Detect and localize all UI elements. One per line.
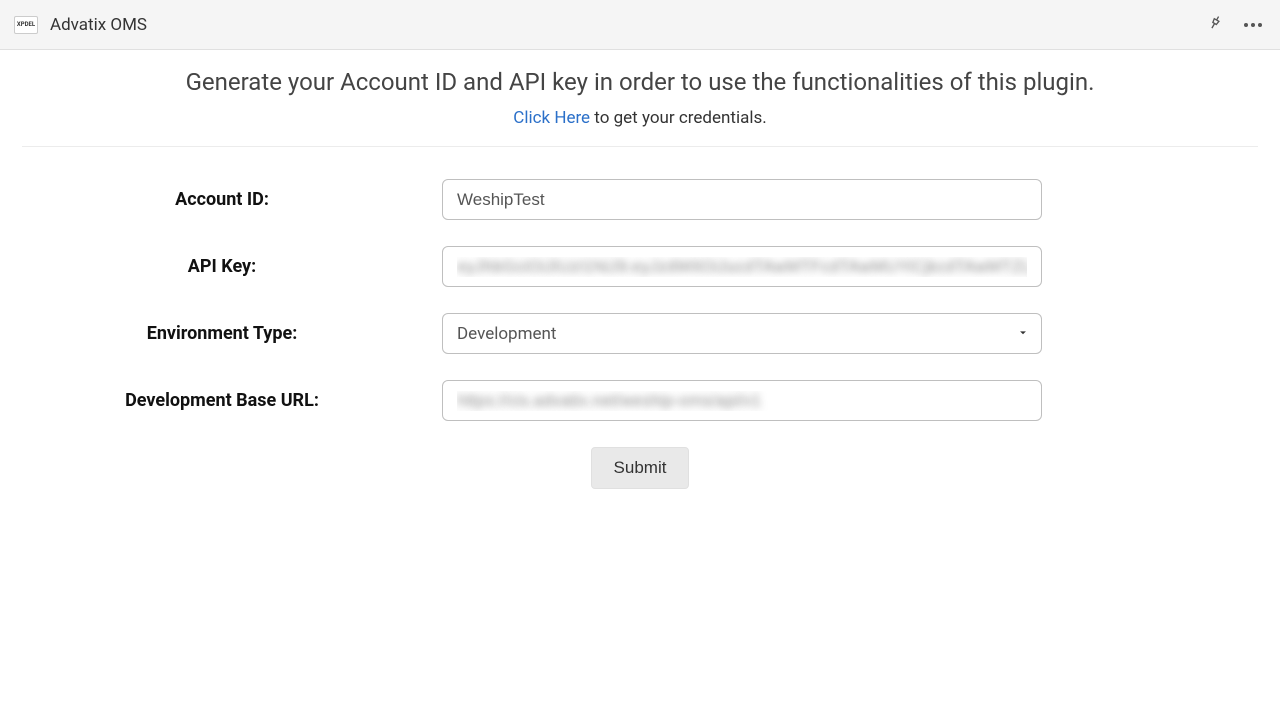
submit-row: Submit: [22, 447, 1258, 489]
main-content: Generate your Account ID and API key in …: [0, 50, 1280, 489]
api-key-row: API Key:: [22, 246, 1258, 287]
dev-base-url-row: Development Base URL:: [22, 380, 1258, 421]
credentials-prompt: Click Here to get your credentials.: [22, 108, 1258, 128]
pin-icon[interactable]: [1202, 11, 1226, 37]
app-header: XPDEL Advatix OMS: [0, 0, 1280, 50]
api-key-input[interactable]: [442, 246, 1042, 287]
account-id-label: Account ID:: [22, 189, 442, 210]
more-options-icon[interactable]: [1240, 19, 1266, 31]
submit-button[interactable]: Submit: [591, 447, 690, 489]
credentials-suffix: to get your credentials.: [590, 108, 767, 128]
environment-type-row: Environment Type: Development: [22, 313, 1258, 354]
header-left: XPDEL Advatix OMS: [14, 15, 147, 35]
section-divider: [22, 146, 1258, 147]
account-id-row: Account ID:: [22, 179, 1258, 220]
header-right: [1206, 14, 1266, 35]
dev-base-url-label: Development Base URL:: [22, 390, 442, 411]
environment-type-label: Environment Type:: [22, 323, 442, 344]
api-key-label: API Key:: [22, 256, 442, 277]
environment-type-select[interactable]: Development: [442, 313, 1042, 354]
dev-base-url-input[interactable]: [442, 380, 1042, 421]
account-id-input[interactable]: [442, 179, 1042, 220]
app-title: Advatix OMS: [50, 15, 147, 35]
page-headline: Generate your Account ID and API key in …: [22, 68, 1258, 96]
get-credentials-link[interactable]: Click Here: [513, 108, 590, 128]
app-logo: XPDEL: [14, 16, 38, 34]
